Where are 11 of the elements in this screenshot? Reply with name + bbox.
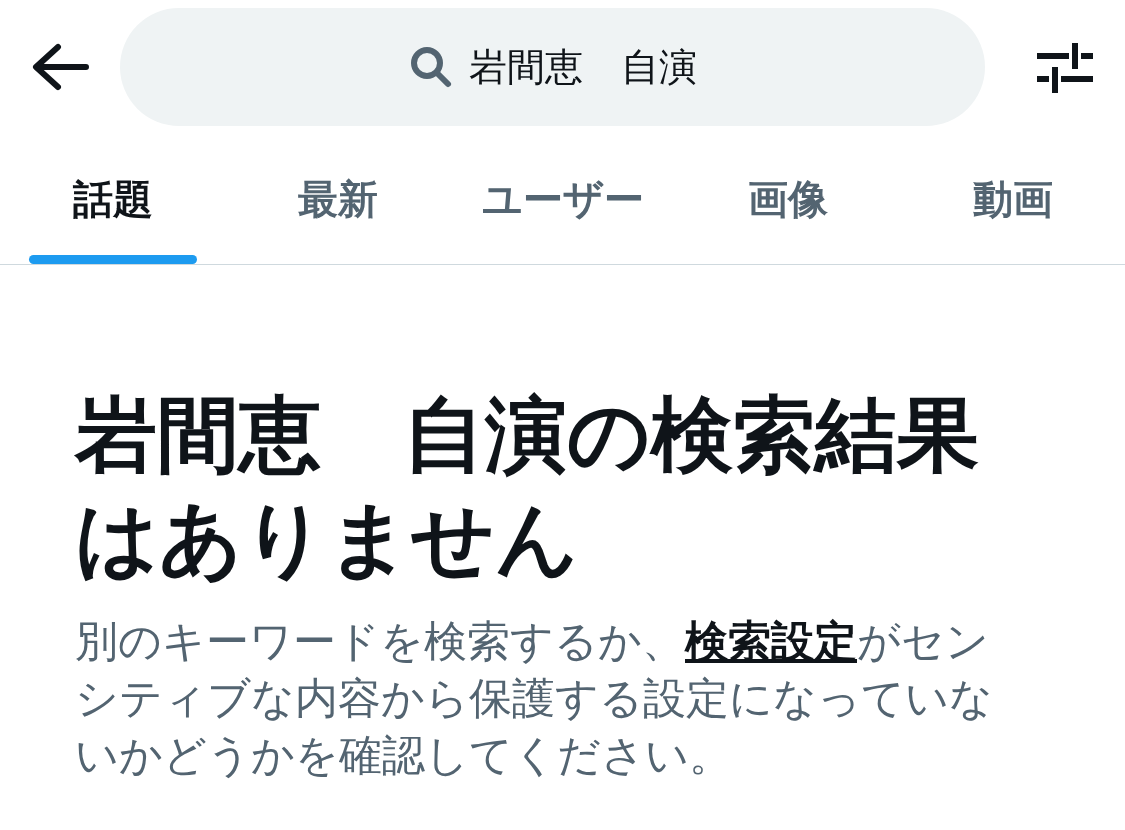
search-field[interactable]: 岩間恵 自演 [120, 8, 985, 126]
tab[interactable]: 話題 [0, 134, 225, 264]
search-icon [408, 45, 453, 89]
tab[interactable]: ユーザー [450, 134, 675, 264]
tab[interactable]: 画像 [675, 134, 900, 264]
tab[interactable]: 動画 [900, 134, 1125, 264]
back-arrow-icon[interactable] [30, 43, 90, 91]
tab[interactable]: 最新 [225, 134, 450, 264]
search-settings-link[interactable]: 検索設定 [685, 617, 857, 665]
empty-message: 別のキーワードを検索するか、検索設定がセンシティブな内容から保護する設定になっていないかどうかを確認してください。 [75, 616, 994, 781]
empty-title: 岩間恵 自演の検索結果はありません [75, 388, 980, 586]
